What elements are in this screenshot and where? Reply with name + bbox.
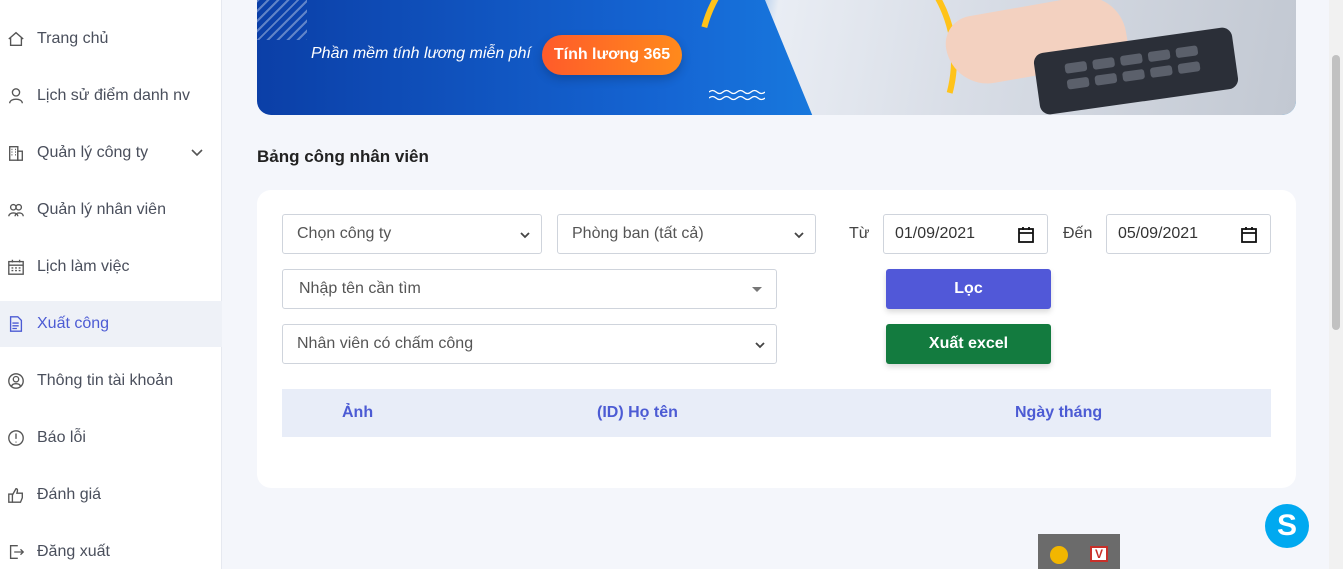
dropdown-arrow-icon (752, 287, 762, 292)
export-excel-button[interactable]: Xuất excel (886, 324, 1051, 364)
chevron-down-icon (793, 228, 805, 240)
from-date-value: 01/09/2021 (895, 225, 976, 242)
sidebar-item-export-timesheet[interactable]: Xuất công (0, 301, 222, 347)
vivaldi-icon[interactable]: V (1090, 546, 1108, 562)
department-select-value: Phòng ban (tất cả) (572, 225, 704, 242)
to-date-label: Đến (1063, 225, 1093, 242)
sidebar-item-label: Trang chủ (37, 30, 109, 47)
sidebar-item-work-schedule[interactable]: Lịch làm việc (0, 244, 222, 290)
system-tray: V (1038, 534, 1120, 569)
chevron-down-icon (754, 338, 766, 350)
to-date-value: 05/09/2021 (1118, 225, 1199, 242)
sidebar: Trang chủ Lịch sử điểm danh nv Quản lý c… (0, 0, 222, 569)
chevron-down-icon[interactable] (190, 145, 204, 159)
sidebar-item-label: Thông tin tài khoản (37, 372, 174, 389)
banner-pattern (257, 0, 307, 40)
employee-filter-value: Nhân viên có chấm công (297, 335, 474, 352)
users-icon (6, 200, 26, 220)
chevron-down-icon (519, 228, 531, 240)
calendar-icon (6, 257, 26, 277)
sidebar-item-employee-management[interactable]: Quản lý nhân viên (0, 187, 222, 233)
name-search-placeholder: Nhập tên cần tìm (299, 280, 421, 297)
sidebar-item-label: Lịch làm việc (37, 258, 130, 275)
salary-cta-button[interactable]: Tính lương 365 (542, 35, 682, 75)
sidebar-item-label: Lịch sử điểm danh nv (37, 87, 191, 104)
user-circle-icon (6, 371, 26, 391)
promo-banner: Phần mềm tính lương miễn phí Tính lương … (257, 0, 1296, 115)
building-icon (6, 143, 26, 163)
sidebar-item-account-info[interactable]: Thông tin tài khoản (0, 358, 222, 404)
skype-icon[interactable]: S (1265, 504, 1309, 548)
alert-circle-icon (6, 428, 26, 448)
scrollbar-thumb[interactable] (1332, 55, 1340, 330)
review-icon (6, 485, 26, 505)
sidebar-item-label: Báo lỗi (37, 429, 86, 446)
calendar-icon[interactable] (1240, 226, 1258, 244)
company-select[interactable]: Chọn công ty (282, 214, 542, 254)
sidebar-item-review[interactable]: Đánh giá (0, 472, 222, 518)
user-clock-icon (6, 86, 26, 106)
sidebar-item-label: Quản lý nhân viên (37, 201, 166, 218)
filter-button[interactable]: Lọc (886, 269, 1051, 309)
sidebar-item-report-bug[interactable]: Báo lỗi (0, 415, 222, 461)
page-title: Bảng công nhân viên (257, 147, 429, 166)
column-header-date: Ngày tháng (1015, 404, 1103, 421)
sidebar-item-attendance-history[interactable]: Lịch sử điểm danh nv (0, 73, 222, 119)
from-date-label: Từ (849, 225, 870, 242)
sidebar-item-logout[interactable]: Đăng xuất (0, 529, 222, 569)
calendar-icon[interactable] (1017, 226, 1035, 244)
banner-tagline: Phần mềm tính lương miễn phí (311, 45, 531, 62)
name-search-select[interactable]: Nhập tên cần tìm (282, 269, 777, 309)
sidebar-item-label: Đăng xuất (37, 543, 110, 560)
department-select[interactable]: Phòng ban (tất cả) (557, 214, 816, 254)
to-date-input[interactable]: 05/09/2021 (1106, 214, 1271, 254)
table-header: Ảnh (ID) Họ tên Ngày tháng (282, 389, 1271, 437)
document-icon (6, 314, 26, 334)
page-scrollbar[interactable] (1329, 0, 1343, 569)
employee-filter-select[interactable]: Nhân viên có chấm công (282, 324, 777, 364)
home-icon (6, 29, 26, 49)
sidebar-item-company-management[interactable]: Quản lý công ty (0, 130, 222, 176)
column-header-name: (ID) Họ tên (597, 404, 678, 421)
sidebar-item-label: Xuất công (37, 315, 110, 332)
logout-icon (6, 542, 26, 562)
sidebar-item-home[interactable]: Trang chủ (0, 16, 222, 62)
sidebar-item-label: Quản lý công ty (37, 144, 149, 161)
sidebar-item-label: Đánh giá (37, 486, 102, 503)
company-select-value: Chọn công ty (297, 225, 392, 242)
column-header-photo: Ảnh (342, 404, 374, 421)
tray-app-icon[interactable] (1050, 546, 1068, 564)
from-date-input[interactable]: 01/09/2021 (883, 214, 1048, 254)
timesheet-card: Chọn công ty Phòng ban (tất cả) Từ 01/09… (257, 190, 1296, 488)
wave-icon (708, 88, 766, 101)
